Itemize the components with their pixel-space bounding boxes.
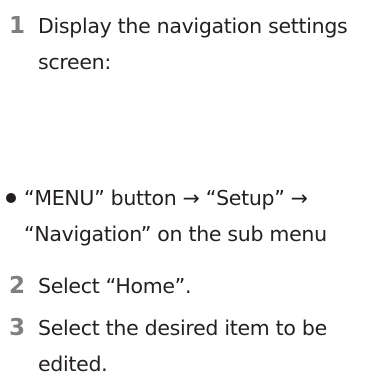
step-number: 3 [9,315,26,341]
step-text: Display the navigation settings screen: [38,8,373,80]
instruction-page: 1 Display the navigation settings screen… [0,0,375,376]
bullet-text-line: “MENU” button → “Setup” → [24,186,308,210]
step-text: Select “Home”. [38,268,373,304]
step-number: 1 [9,13,26,39]
step-text-line: screen: [38,50,111,74]
step-number: 2 [9,273,26,299]
bullet-icon [6,193,16,203]
step-text-line: edited. [38,352,108,376]
step-text: Select the desired item to be edited. [38,310,373,382]
bullet-text-line: “Navigation” on the sub menu [24,222,327,246]
step-text-line: Display the navigation settings [38,14,348,38]
step-text-line: Select the desired item to be [38,316,327,340]
bullet-text: “MENU” button → “Setup” → “Navigation” o… [24,180,373,252]
step-text-line: Select “Home”. [38,274,192,298]
